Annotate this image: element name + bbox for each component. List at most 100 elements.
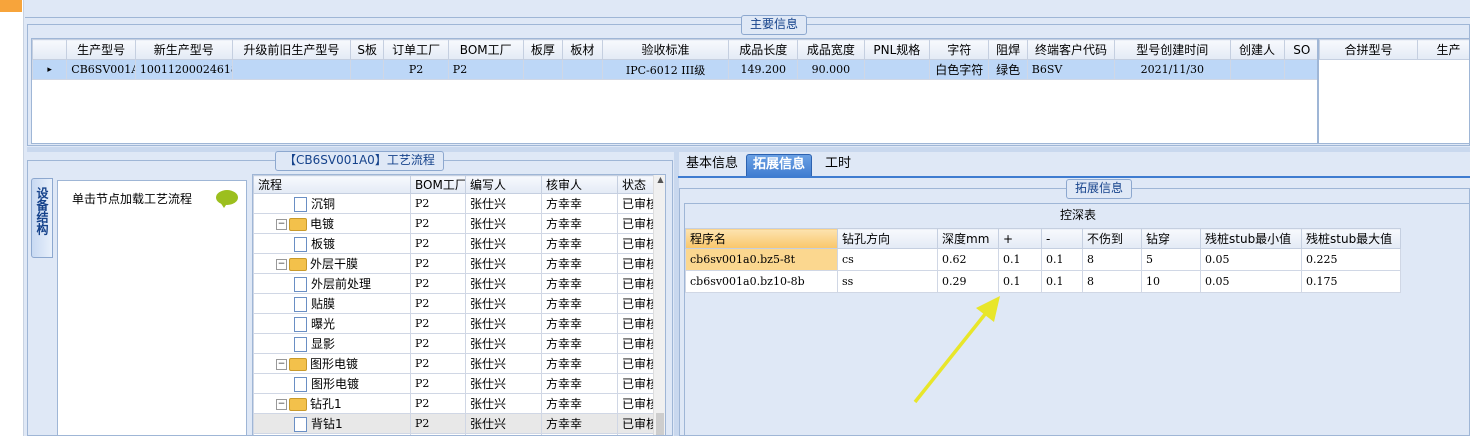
- cell-bom[interactable]: P2: [410, 213, 466, 234]
- menu-indicator[interactable]: [0, 0, 22, 12]
- ext-col-header[interactable]: 钻穿: [1141, 228, 1201, 249]
- col-reviewer[interactable]: 核审人: [541, 175, 618, 194]
- cell-reviewer[interactable]: 方幸幸: [541, 393, 618, 414]
- tab-basic-info[interactable]: 基本信息: [680, 154, 744, 176]
- col-header[interactable]: 成品长度: [728, 39, 799, 60]
- cell-writer[interactable]: 张仕兴: [465, 273, 542, 294]
- tree-node[interactable]: 外层前处理: [253, 273, 411, 294]
- ext-col-header[interactable]: 深度mm: [937, 228, 999, 249]
- ext-col-header[interactable]: -: [1041, 228, 1083, 249]
- col-header[interactable]: 验收标准: [601, 39, 730, 60]
- cell-so[interactable]: [1283, 59, 1317, 80]
- cell-reviewer[interactable]: 方幸幸: [541, 193, 618, 214]
- cell-status[interactable]: 已审核: [617, 353, 654, 374]
- col-header[interactable]: 终端客户代码: [1026, 39, 1116, 60]
- cell-customer[interactable]: B6SV: [1026, 59, 1116, 80]
- cell-reviewer[interactable]: 方幸幸: [541, 213, 618, 234]
- tree-node[interactable]: 显影: [253, 333, 411, 354]
- ext-col-header[interactable]: 残桩stub最小值: [1200, 228, 1302, 249]
- cell-reviewer[interactable]: 方幸幸: [541, 413, 618, 434]
- tree-row[interactable]: 图形电镀 P2张仕兴方幸幸已审核: [253, 373, 654, 394]
- cell-writer[interactable]: 张仕兴: [465, 333, 542, 354]
- ext-cell[interactable]: 0.62: [937, 248, 999, 271]
- cell-bom[interactable]: P2: [410, 413, 466, 434]
- col-production[interactable]: 生产: [1417, 39, 1469, 60]
- tree-row[interactable]: 背钻1 P2张仕兴方幸幸已审核: [253, 413, 654, 434]
- ext-cell[interactable]: 0.05: [1200, 248, 1302, 271]
- table-row[interactable]: ▸ CB6SV001A0 10011200024618 P2 P2 IPC-60…: [32, 59, 1317, 80]
- ext-cell[interactable]: cb6sv001a0.bz10-8b: [685, 270, 838, 293]
- cell-reviewer[interactable]: 方幸幸: [541, 293, 618, 314]
- device-structure-tab[interactable]: 设备结构: [31, 178, 53, 258]
- cell-status[interactable]: 已审核: [617, 393, 654, 414]
- ext-cell[interactable]: cb6sv001a0.bz5-8t: [685, 248, 838, 271]
- ext-cell[interactable]: 0.05: [1200, 270, 1302, 293]
- ext-cell[interactable]: 8: [1082, 248, 1142, 271]
- cell-status[interactable]: 已审核: [617, 273, 654, 294]
- cell-bom[interactable]: P2: [410, 193, 466, 214]
- col-header[interactable]: BOM工厂: [447, 39, 524, 60]
- scroll-thumb[interactable]: [656, 413, 664, 435]
- col-bom-factory[interactable]: BOM工厂: [410, 175, 466, 194]
- cell-prod-model[interactable]: CB6SV001A0: [66, 59, 136, 80]
- col-header[interactable]: SO: [1283, 39, 1317, 60]
- scroll-up-icon[interactable]: ▲: [654, 175, 665, 184]
- ext-cell[interactable]: 0.225: [1301, 248, 1401, 271]
- col-header[interactable]: 板厚: [522, 39, 564, 60]
- cell-writer[interactable]: 张仕兴: [465, 193, 542, 214]
- tree-node[interactable]: 图形电镀: [253, 373, 411, 394]
- tree-scrollbar[interactable]: ▲: [653, 175, 665, 435]
- col-header[interactable]: S板: [350, 39, 385, 60]
- col-header[interactable]: 板材: [562, 39, 603, 60]
- cell-bom[interactable]: P2: [410, 293, 466, 314]
- cell-material[interactable]: [562, 59, 603, 80]
- cell-old-model[interactable]: [231, 59, 352, 80]
- col-merge-model[interactable]: 合拼型号: [1319, 39, 1418, 60]
- cell-writer[interactable]: 张仕兴: [465, 393, 542, 414]
- cell-writer[interactable]: 张仕兴: [465, 353, 542, 374]
- cell-creator[interactable]: [1229, 59, 1285, 80]
- cell-status[interactable]: 已审核: [617, 333, 654, 354]
- col-header[interactable]: 型号创建时间: [1114, 39, 1231, 60]
- cell-status[interactable]: 已审核: [617, 293, 654, 314]
- horizontal-splitter[interactable]: [27, 147, 1470, 152]
- collapse-toggle-icon[interactable]: −: [276, 259, 287, 270]
- col-header[interactable]: 成品宽度: [797, 39, 865, 60]
- col-header[interactable]: 阻焊: [988, 39, 1028, 60]
- tree-row[interactable]: 板镀 P2张仕兴方幸幸已审核: [253, 233, 654, 254]
- cell-reviewer[interactable]: 方幸幸: [541, 273, 618, 294]
- tree-node[interactable]: − 钻孔1: [253, 393, 411, 414]
- tree-node[interactable]: 曝光: [253, 313, 411, 334]
- col-header[interactable]: 创建人: [1229, 39, 1285, 60]
- cell-bom[interactable]: P2: [410, 353, 466, 374]
- cell-reviewer[interactable]: 方幸幸: [541, 233, 618, 254]
- cell-bom-factory[interactable]: P2: [447, 59, 524, 80]
- tree-row[interactable]: − 电镀 P2张仕兴方幸幸已审核: [253, 213, 654, 234]
- col-writer[interactable]: 编写人: [465, 175, 542, 194]
- tree-row[interactable]: 沉铜 P2张仕兴方幸幸已审核: [253, 193, 654, 214]
- ext-cell[interactable]: 0.1: [1041, 248, 1083, 271]
- cell-reviewer[interactable]: 方幸幸: [541, 333, 618, 354]
- ext-cell[interactable]: 10: [1141, 270, 1201, 293]
- col-header[interactable]: 字符: [929, 39, 990, 60]
- cell-thickness[interactable]: [522, 59, 564, 80]
- cell-status[interactable]: 已审核: [617, 213, 654, 234]
- cell-writer[interactable]: 张仕兴: [465, 313, 542, 334]
- cell-new-model[interactable]: 10011200024618: [134, 59, 233, 80]
- cell-status[interactable]: 已审核: [617, 373, 654, 394]
- col-header[interactable]: 生产型号: [66, 39, 136, 60]
- ext-cell[interactable]: 0.1: [998, 248, 1042, 271]
- ext-col-header[interactable]: 残桩stub最大值: [1301, 228, 1401, 249]
- col-flow[interactable]: 流程: [253, 175, 411, 194]
- tree-node[interactable]: − 电镀: [253, 213, 411, 234]
- cell-status[interactable]: 已审核: [617, 313, 654, 334]
- col-header[interactable]: PNL规格: [863, 39, 931, 60]
- cell-writer[interactable]: 张仕兴: [465, 213, 542, 234]
- tree-node[interactable]: 板镀: [253, 233, 411, 254]
- tree-node[interactable]: 背钻1: [253, 413, 411, 434]
- col-header[interactable]: 新生产型号: [134, 39, 233, 60]
- cell-solder[interactable]: 绿色: [988, 59, 1028, 80]
- tree-node[interactable]: 沉铜: [253, 193, 411, 214]
- table-row[interactable]: cb6sv001a0.bz5-8t cs 0.62 0.1 0.1 8 5 0.05 0.225: [685, 248, 1401, 271]
- tree-row[interactable]: 贴膜 P2张仕兴方幸幸已审核: [253, 293, 654, 314]
